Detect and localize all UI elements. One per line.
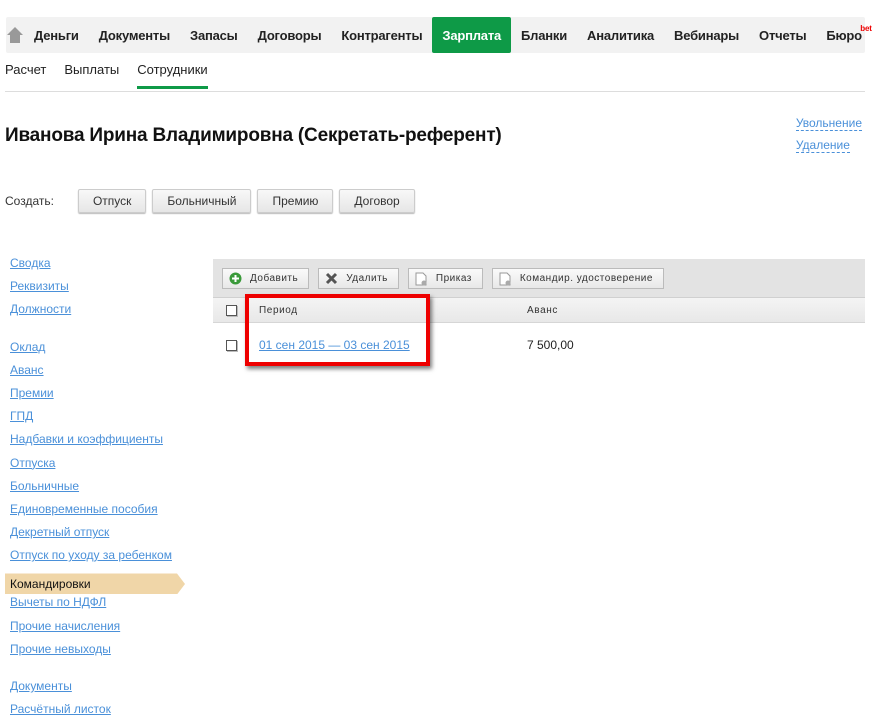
order-button[interactable]: Приказ <box>407 267 483 289</box>
delete-label: Удалить <box>346 272 388 284</box>
document-icon <box>499 272 512 285</box>
row-checkbox[interactable] <box>226 339 237 351</box>
sidebar-item-sick-leaves[interactable]: Больничные <box>5 479 185 502</box>
sidebar-item-summary[interactable]: Сводка <box>5 256 185 279</box>
sidebar-item-other-accruals[interactable]: Прочие начисления <box>5 619 185 642</box>
nav-contracts[interactable]: Договоры <box>248 17 332 53</box>
cross-icon <box>325 272 338 285</box>
advance-value: 7 500,00 <box>527 338 574 352</box>
nav-bureau[interactable]: Бюроbeta <box>816 17 872 53</box>
column-advance[interactable]: Аванс <box>527 305 558 316</box>
tab-payments[interactable]: Выплаты <box>64 62 119 89</box>
period-link[interactable]: 01 сен 2015 — 03 сен 2015 <box>259 338 410 352</box>
employee-actions: Увольнение Удаление <box>795 116 862 160</box>
nav-stock[interactable]: Запасы <box>180 17 248 53</box>
page-title: Иванова Ирина Владимировна (Секретать-ре… <box>5 125 502 146</box>
nav-money[interactable]: Деньги <box>24 17 89 53</box>
sidebar-item-salary[interactable]: Оклад <box>5 340 185 363</box>
nav-bureau-label: Бюро <box>826 27 862 43</box>
sidebar-item-business-trips[interactable]: Командировки <box>5 573 185 595</box>
trips-panel: Добавить Удалить Приказ Командир. удосто… <box>213 259 865 367</box>
create-bonus-button[interactable]: Премию <box>257 189 334 213</box>
sidebar-item-payslip[interactable]: Расчётный листок <box>5 702 185 725</box>
table-row: 01 сен 2015 — 03 сен 2015 7 500,00 <box>213 323 865 367</box>
divider <box>5 91 865 92</box>
tab-employees[interactable]: Сотрудники <box>137 62 208 89</box>
delete-button[interactable]: Удалить <box>318 267 399 289</box>
sidebar-item-positions[interactable]: Должности <box>5 302 185 325</box>
nav-analytics[interactable]: Аналитика <box>577 17 664 53</box>
sidebar-item-gpd[interactable]: ГПД <box>5 409 185 432</box>
nav-counterparties[interactable]: Контрагенты <box>331 17 432 53</box>
create-label: Создать: <box>5 194 54 208</box>
sidebar-item-advance[interactable]: Аванс <box>5 363 185 386</box>
sidebar-item-childcare[interactable]: Отпуск по уходу за ребенком <box>5 548 185 571</box>
tab-calculation[interactable]: Расчет <box>5 62 46 89</box>
sidebar-item-bonuses[interactable]: Премии <box>5 386 185 409</box>
toolbar: Добавить Удалить Приказ Командир. удосто… <box>213 259 865 297</box>
delete-link[interactable]: Удаление <box>795 138 850 153</box>
sidebar-item-lump-sum[interactable]: Единовременные пособия <box>5 502 185 525</box>
order-label: Приказ <box>435 272 472 284</box>
sidebar-item-allowances[interactable]: Надбавки и коэффициенты <box>5 432 185 455</box>
nav-reports[interactable]: Отчеты <box>749 17 816 53</box>
sidebar-item-documents[interactable]: Документы <box>5 679 185 702</box>
nav-forms[interactable]: Бланки <box>511 17 577 53</box>
home-icon[interactable] <box>6 17 24 53</box>
nav-webinars[interactable]: Вебинары <box>664 17 749 53</box>
create-bar: Создать: Отпуск Больничный Премию Догово… <box>5 189 421 213</box>
select-all-checkbox[interactable] <box>226 304 237 316</box>
top-navigation: Деньги Документы Запасы Договоры Контраг… <box>6 17 872 53</box>
nav-documents[interactable]: Документы <box>89 17 180 53</box>
document-icon <box>415 272 428 285</box>
sub-navigation: Расчет Выплаты Сотрудники <box>5 62 226 89</box>
sidebar-item-vacations[interactable]: Отпуска <box>5 456 185 479</box>
table-header: Период Аванс <box>213 297 865 323</box>
create-vacation-button[interactable]: Отпуск <box>77 189 147 213</box>
create-sick-leave-button[interactable]: Больничный <box>152 189 252 213</box>
nav-salary[interactable]: Зарплата <box>432 17 512 53</box>
beta-badge: beta <box>860 24 872 33</box>
sidebar: Сводка Реквизиты Должности Оклад Аванс П… <box>5 256 185 725</box>
sidebar-item-tax-deductions[interactable]: Вычеты по НДФЛ <box>5 595 185 618</box>
certificate-button[interactable]: Командир. удостоверение <box>491 267 664 289</box>
dismiss-link[interactable]: Увольнение <box>795 116 862 131</box>
plus-icon <box>229 272 242 285</box>
certificate-label: Командир. удостоверение <box>519 272 653 284</box>
sidebar-item-details[interactable]: Реквизиты <box>5 279 185 302</box>
add-button[interactable]: Добавить <box>222 267 310 289</box>
create-contract-button[interactable]: Договор <box>339 189 415 213</box>
sidebar-item-maternity[interactable]: Декретный отпуск <box>5 525 185 548</box>
column-period[interactable]: Период <box>259 305 527 316</box>
add-label: Добавить <box>250 272 299 284</box>
sidebar-item-other-absences[interactable]: Прочие невыходы <box>5 642 185 665</box>
